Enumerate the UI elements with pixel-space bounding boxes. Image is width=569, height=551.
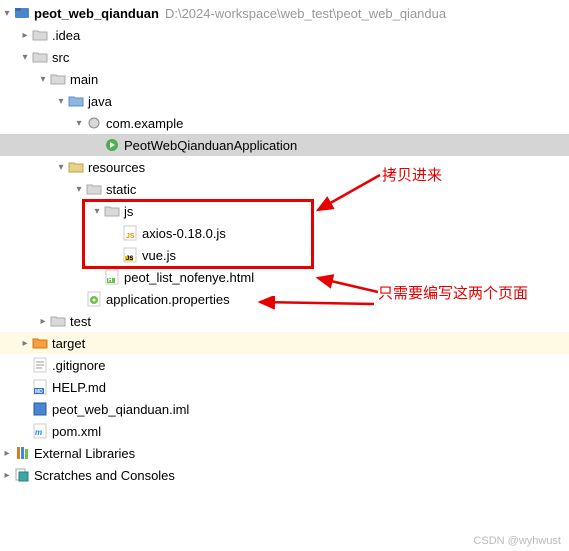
chevron-down-icon[interactable]: ▾ <box>72 118 86 129</box>
tree-row-vue[interactable]: ▸ JS vue.js <box>0 244 569 266</box>
tree-row-gitignore[interactable]: ▸ .gitignore <box>0 354 569 376</box>
tree-row-target[interactable]: ▸ target <box>0 332 569 354</box>
node-label: src <box>52 50 69 65</box>
folder-icon <box>32 27 48 43</box>
tree-row-extlibs[interactable]: ▸ External Libraries <box>0 442 569 464</box>
node-label: vue.js <box>142 248 176 263</box>
project-icon <box>14 5 30 21</box>
node-label: application.properties <box>106 292 230 307</box>
node-label: HELP.md <box>52 380 106 395</box>
annotation-copy-in: 拷贝进来 <box>382 164 442 185</box>
node-label: axios-0.18.0.js <box>142 226 226 241</box>
maven-file-icon: m <box>32 423 48 439</box>
node-label: js <box>124 204 133 219</box>
svg-text:MD: MD <box>35 389 43 395</box>
root-path: D:\2024-workspace\web_test\peot_web_qian… <box>165 6 446 21</box>
chevron-right-icon[interactable]: ▸ <box>36 316 50 327</box>
tree-row-helpmd[interactable]: ▸ MD HELP.md <box>0 376 569 398</box>
tree-row-static[interactable]: ▾ static <box>0 178 569 200</box>
libraries-icon <box>14 445 30 461</box>
chevron-down-icon[interactable]: ▾ <box>0 8 14 19</box>
tree-row-iml[interactable]: ▸ peot_web_qianduan.iml <box>0 398 569 420</box>
tree-row-axios[interactable]: ▸ JS axios-0.18.0.js <box>0 222 569 244</box>
chevron-down-icon[interactable]: ▾ <box>72 184 86 195</box>
node-label: .idea <box>52 28 80 43</box>
text-file-icon <box>32 357 48 373</box>
js-file-icon: JS <box>122 247 138 263</box>
chevron-down-icon[interactable]: ▾ <box>54 162 68 173</box>
tree-row-java[interactable]: ▾ java <box>0 90 569 112</box>
html-file-icon: H <box>104 269 120 285</box>
folder-icon <box>86 181 102 197</box>
tree-row-resources[interactable]: ▾ resources <box>0 156 569 178</box>
tree-row-idea[interactable]: ▸ .idea <box>0 24 569 46</box>
tree-row-root[interactable]: ▾ peot_web_qianduan D:\2024-workspace\we… <box>0 2 569 24</box>
chevron-right-icon[interactable]: ▸ <box>0 470 14 481</box>
svg-text:JS: JS <box>126 256 133 262</box>
tree-row-test[interactable]: ▸ test <box>0 310 569 332</box>
chevron-right-icon[interactable]: ▸ <box>18 338 32 349</box>
folder-icon <box>50 313 66 329</box>
module-file-icon <box>32 401 48 417</box>
chevron-down-icon[interactable]: ▾ <box>54 96 68 107</box>
svg-text:m: m <box>35 428 42 437</box>
node-label: PeotWebQianduanApplication <box>124 138 297 153</box>
project-tree[interactable]: ▾ peot_web_qianduan D:\2024-workspace\we… <box>0 0 569 488</box>
source-folder-icon <box>68 93 84 109</box>
tree-row-main[interactable]: ▾ main <box>0 68 569 90</box>
resources-folder-icon <box>68 159 84 175</box>
chevron-down-icon[interactable]: ▾ <box>36 74 50 85</box>
root-name: peot_web_qianduan <box>34 6 159 21</box>
tree-row-pom[interactable]: ▸ m pom.xml <box>0 420 569 442</box>
tree-row-scratches[interactable]: ▸ Scratches and Consoles <box>0 464 569 486</box>
node-label: peot_list_nofenye.html <box>124 270 254 285</box>
svg-text:H: H <box>108 278 112 284</box>
chevron-down-icon[interactable]: ▾ <box>18 52 32 63</box>
node-label: External Libraries <box>34 446 135 461</box>
watermark: CSDN @wyhwust <box>473 535 561 547</box>
node-label: static <box>106 182 136 197</box>
node-label: java <box>88 94 112 109</box>
excluded-folder-icon <box>32 335 48 351</box>
node-label: main <box>70 72 98 87</box>
node-label: Scratches and Consoles <box>34 468 175 483</box>
folder-icon <box>32 49 48 65</box>
node-label: target <box>52 336 85 351</box>
node-label: pom.xml <box>52 424 101 439</box>
chevron-right-icon[interactable]: ▸ <box>18 30 32 41</box>
folder-icon <box>50 71 66 87</box>
tree-row-src[interactable]: ▾ src <box>0 46 569 68</box>
tree-row-app-class[interactable]: ▸ PeotWebQianduanApplication <box>0 134 569 156</box>
markdown-file-icon: MD <box>32 379 48 395</box>
folder-icon <box>104 203 120 219</box>
tree-row-package[interactable]: ▾ com.example <box>0 112 569 134</box>
svg-text:JS: JS <box>126 233 135 240</box>
node-label: test <box>70 314 91 329</box>
scratches-icon <box>14 467 30 483</box>
class-run-icon <box>104 137 120 153</box>
node-label: peot_web_qianduan.iml <box>52 402 189 417</box>
annotation-edit-pages: 只需要编写这两个页面 <box>378 282 548 306</box>
tree-row-js[interactable]: ▾ js <box>0 200 569 222</box>
chevron-right-icon[interactable]: ▸ <box>0 448 14 459</box>
node-label: resources <box>88 160 145 175</box>
node-label: .gitignore <box>52 358 105 373</box>
properties-file-icon <box>86 291 102 307</box>
node-label: com.example <box>106 116 183 131</box>
js-file-icon: JS <box>122 225 138 241</box>
chevron-down-icon[interactable]: ▾ <box>90 206 104 217</box>
package-icon <box>86 115 102 131</box>
